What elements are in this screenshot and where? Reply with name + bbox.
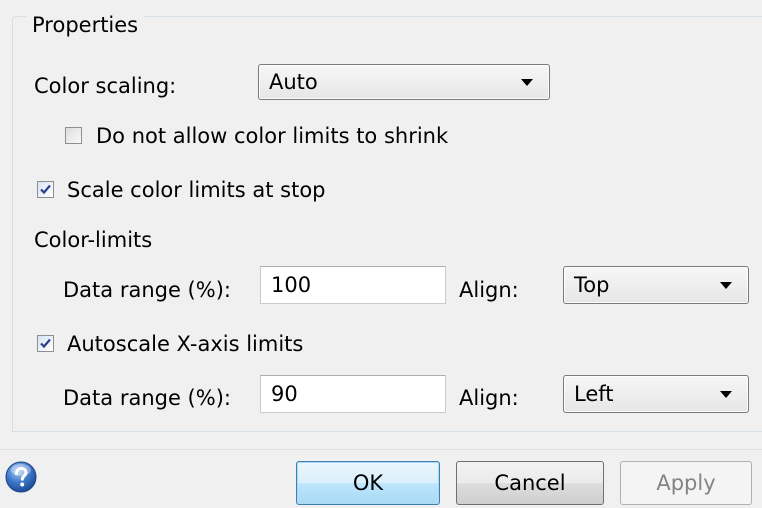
x-axis-data-range-value: 90 xyxy=(271,382,298,406)
properties-group-title: Properties xyxy=(26,13,145,37)
color-limits-align-value: Top xyxy=(574,273,610,297)
x-axis-align-value: Left xyxy=(574,382,614,406)
cancel-button[interactable]: Cancel xyxy=(456,461,604,505)
x-axis-data-range-label: Data range (%): xyxy=(63,386,231,410)
check-icon xyxy=(40,184,51,195)
chevron-down-icon xyxy=(720,282,732,289)
color-scaling-dropdown[interactable]: Auto xyxy=(258,64,550,100)
x-axis-align-dropdown[interactable]: Left xyxy=(563,375,749,413)
autoscale-x-label[interactable]: Autoscale X-axis limits xyxy=(67,330,303,358)
ok-button[interactable]: OK xyxy=(296,461,440,505)
x-axis-data-range-input[interactable]: 90 xyxy=(260,375,446,413)
color-limits-align-dropdown[interactable]: Top xyxy=(563,266,749,304)
color-limits-heading: Color-limits xyxy=(34,228,153,252)
color-scaling-label: Color scaling: xyxy=(34,74,177,98)
no-shrink-label[interactable]: Do not allow color limits to shrink xyxy=(96,122,448,150)
x-axis-align-label: Align: xyxy=(459,386,519,410)
scale-at-stop-label[interactable]: Scale color limits at stop xyxy=(67,176,326,204)
color-scaling-value: Auto xyxy=(269,70,318,94)
color-limits-data-range-value: 100 xyxy=(271,273,312,297)
no-shrink-checkbox[interactable] xyxy=(65,127,82,144)
check-icon xyxy=(40,338,51,349)
scale-at-stop-checkbox[interactable] xyxy=(37,181,54,198)
color-limits-data-range-input[interactable]: 100 xyxy=(260,266,446,304)
footer-separator xyxy=(0,449,762,450)
color-limits-data-range-label: Data range (%): xyxy=(63,278,231,302)
chevron-down-icon xyxy=(720,391,732,398)
help-icon[interactable] xyxy=(5,461,37,493)
apply-button[interactable]: Apply xyxy=(620,461,752,505)
autoscale-x-checkbox[interactable] xyxy=(37,335,54,352)
color-limits-align-label: Align: xyxy=(459,278,519,302)
chevron-down-icon xyxy=(521,79,533,86)
